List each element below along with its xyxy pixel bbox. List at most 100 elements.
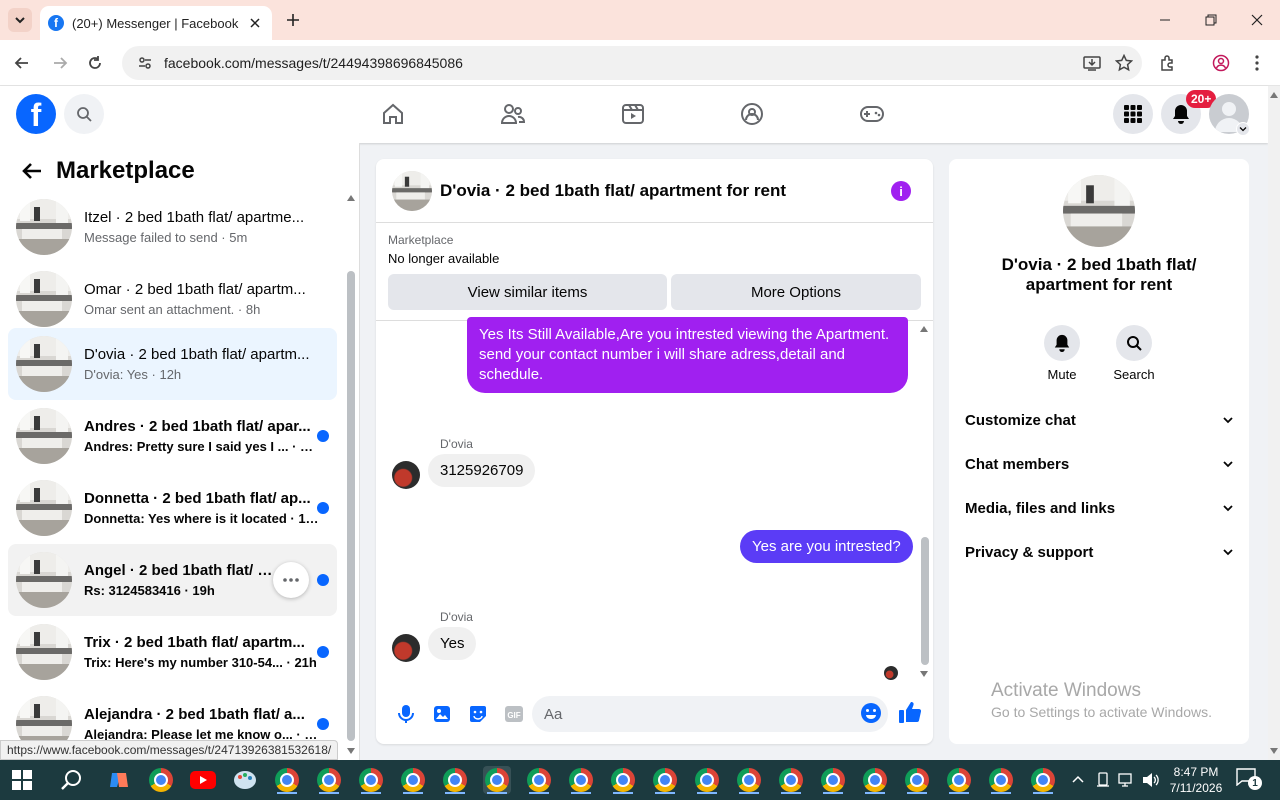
taskbar-chrome-app[interactable] [357,766,385,794]
taskbar-chrome-app[interactable] [525,766,553,794]
minimize-button[interactable] [1142,6,1188,34]
customize-chat-row[interactable]: Customize chat [965,400,1233,440]
attach-photo-button[interactable] [424,696,460,732]
messages-scrollbar[interactable] [921,537,929,665]
conversation-item[interactable]: Trix · 2 bed 1bath flat/ apartm... Trix:… [8,616,337,688]
taskbar-chrome-app[interactable] [651,766,679,794]
taskbar-chrome-app[interactable] [567,766,595,794]
chat-list-scrollbar[interactable] [347,271,355,741]
scroll-down-arrow-icon[interactable] [920,671,928,677]
sender-avatar[interactable] [392,461,420,489]
menu-button[interactable] [1113,94,1153,134]
scroll-up-arrow-icon[interactable] [347,195,355,201]
conversation-item[interactable]: Omar · 2 bed 1bath flat/ apartm... Omar … [8,263,337,335]
taskbar-chrome-app[interactable] [777,766,805,794]
taskbar-clock[interactable]: 8:47 PM 7/11/2026 [1168,764,1224,796]
nav-friends[interactable] [493,98,533,130]
facebook-search-button[interactable] [64,94,104,134]
conversation-item-active[interactable]: D'ovia · 2 bed 1bath flat/ apartm... D'o… [8,328,337,400]
taskbar-chrome-app[interactable] [903,766,931,794]
taskbar-chrome-app[interactable] [609,766,637,794]
conversation-item[interactable]: Andres · 2 bed 1bath flat/ apar... Andre… [8,400,337,472]
install-app-icon[interactable] [1078,49,1106,77]
taskbar-chrome-app[interactable] [693,766,721,794]
browser-tab[interactable]: f (20+) Messenger | Facebook [40,6,272,40]
page-scrollbar[interactable] [1268,86,1280,760]
taskbar-chrome-app[interactable] [861,766,889,794]
address-bar[interactable]: facebook.com/messages/t/2449439869684508… [122,46,1142,80]
scroll-up-arrow-icon[interactable] [1270,92,1278,98]
network-icon[interactable] [1118,772,1136,788]
conversation-item-hovered[interactable]: Angel · 2 bed 1bath flat/ apar... Rs: 31… [8,544,337,616]
sticker-button[interactable] [460,696,496,732]
site-info-icon[interactable] [134,52,156,74]
media-files-links-row[interactable]: Media, files and links [965,488,1233,528]
sender-avatar[interactable] [392,634,420,662]
conversation-info-button[interactable]: i [891,181,911,201]
conversation-options-button[interactable] [273,562,309,598]
taskbar-chrome-app[interactable] [1029,766,1057,794]
reload-button[interactable] [81,49,109,77]
search-action[interactable]: Search [1104,325,1164,382]
voice-clip-button[interactable] [388,696,424,732]
taskbar-chrome-app[interactable] [441,766,469,794]
view-similar-items-button[interactable]: View similar items [388,274,667,310]
forward-button[interactable] [46,49,74,77]
emoji-button[interactable] [860,702,884,726]
conversation-title[interactable]: D'ovia · 2 bed 1bath flat/ apartment for… [440,181,786,201]
mute-button[interactable] [1044,325,1080,361]
nav-home[interactable] [373,98,413,130]
taskbar-chrome-app[interactable] [399,766,427,794]
conversation-item[interactable]: Itzel · 2 bed 1bath flat/ apartme... Mes… [8,191,337,263]
send-like-button[interactable] [898,700,924,726]
chevron-down-icon [1223,505,1233,512]
conversation-item[interactable]: Donnetta · 2 bed 1bath flat/ ap... Donne… [8,472,337,544]
close-window-button[interactable] [1234,6,1280,34]
new-tab-button[interactable] [282,9,304,31]
privacy-support-row[interactable]: Privacy & support [965,532,1233,572]
taskbar-app[interactable] [231,766,259,794]
close-tab-icon[interactable] [246,14,264,32]
nav-gaming[interactable] [852,98,892,130]
taskbar-chrome-app[interactable] [987,766,1015,794]
taskbar-chrome-app[interactable] [147,766,175,794]
listing-thumbnail-large[interactable] [1063,175,1135,247]
more-options-button[interactable]: More Options [671,274,921,310]
nav-video[interactable] [613,98,653,130]
taskbar-copilot[interactable] [105,766,133,794]
chat-members-row[interactable]: Chat members [965,444,1233,484]
nav-groups[interactable] [732,98,772,130]
scroll-up-arrow-icon[interactable] [920,326,928,332]
bookmark-star-icon[interactable] [1110,49,1138,77]
search-in-conversation-button[interactable] [1116,325,1152,361]
facebook-logo[interactable]: f [16,94,56,134]
tab-search-button[interactable] [8,8,32,32]
device-icon[interactable] [1096,772,1110,788]
back-arrow-button[interactable] [18,157,46,185]
extensions-button[interactable] [1154,49,1182,77]
notification-center-button[interactable]: 1 [1236,768,1262,792]
restore-button[interactable] [1188,6,1234,34]
taskbar-chrome-app[interactable] [819,766,847,794]
profile-button[interactable] [1207,49,1235,77]
taskbar-chrome-app[interactable] [315,766,343,794]
facebook-header: f [0,86,1268,143]
back-button[interactable] [8,49,36,77]
message-input[interactable]: Aa [532,696,888,732]
scroll-down-arrow-icon[interactable] [1270,748,1278,754]
gif-button[interactable]: GIF [496,696,532,732]
windows-start-icon[interactable] [12,770,32,790]
taskbar-chrome-app[interactable] [945,766,973,794]
show-hidden-icons-chevron-icon[interactable] [1072,775,1084,783]
taskbar-search-button[interactable] [58,766,86,794]
volume-icon[interactable] [1142,772,1160,788]
taskbar-chrome-app-active[interactable] [483,766,511,794]
browser-menu-button[interactable] [1243,49,1271,77]
scroll-down-arrow-icon[interactable] [347,748,355,754]
taskbar-youtube-app[interactable] [189,766,217,794]
taskbar-chrome-app[interactable] [273,766,301,794]
account-chevron[interactable] [1236,122,1250,136]
taskbar-chrome-app[interactable] [735,766,763,794]
listing-thumbnail[interactable] [392,171,432,211]
mute-action[interactable]: Mute [1032,325,1092,382]
